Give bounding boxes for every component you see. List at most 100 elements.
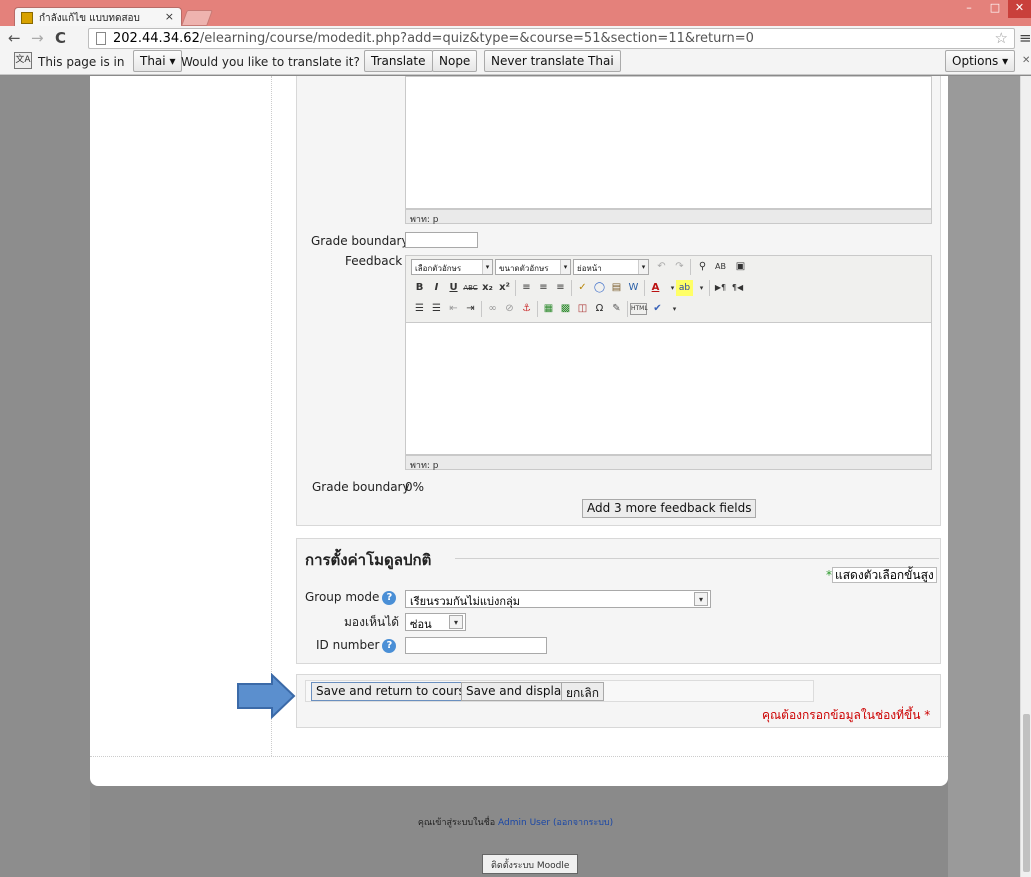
add-feedback-fields-button[interactable]: Add 3 more feedback fields [582,499,757,518]
forward-arrow-icon[interactable]: → [31,29,44,47]
url-text[interactable]: 202.44.34.62/elearning/course/modedit.ph… [113,31,754,46]
background-color-dropdown-icon[interactable]: ▾ [693,280,710,296]
bookmark-star-icon[interactable]: ☆ [995,29,1008,47]
cancel-button[interactable]: ยกเลิก [561,682,605,701]
align-right-icon[interactable]: ≡ [552,280,569,296]
user-profile-link[interactable]: Admin User [498,818,550,828]
font-size-select[interactable]: ขนาดตัวอักษร ▾ [495,259,571,275]
numbered-list-icon[interactable]: ☰ [428,301,445,317]
visible-select[interactable]: ซ่อน ▾ [405,613,466,631]
translate-infobar: 文A This page is in Thai ▾ Would you like… [0,48,1031,75]
required-fields-note: คุณต้องกรอกข้อมูลในช่องที่ขึ้น * [762,708,931,722]
window-close-icon[interactable]: ✕ [1008,0,1031,18]
logout-link[interactable]: (ออกจากระบบ) [553,818,613,828]
legend-divider [455,558,939,559]
media-icon[interactable]: ▩ [557,301,574,317]
bullet-list-icon[interactable]: ☰ [411,301,428,317]
moodle-install-button[interactable]: ติดตั้งระบบ Moodle [482,854,579,874]
feedback-editor-1-body[interactable] [405,76,932,209]
chevron-down-icon: ▾ [694,592,708,606]
cleanup-icon[interactable]: ✓ [574,280,591,296]
translate-close-icon[interactable]: ✕ [1022,55,1030,66]
translate-options-button[interactable]: Options ▾ [945,50,1016,72]
group-mode-select[interactable]: เรียนรวมกันไม่แบ่งกลุ่ม ▾ [405,590,711,608]
tab-close-icon[interactable]: × [165,10,174,23]
grade-boundary-label: Grade boundary [311,234,409,248]
window-maximize-icon[interactable]: □ [982,0,1008,18]
translate-prefix: This page is in [38,55,125,69]
special-char-icon[interactable]: Ω [591,301,608,317]
show-advanced-button[interactable]: * แสดงตัวเลือกขั้นสูง [826,566,937,585]
text-color-icon[interactable]: A [647,280,664,296]
spellcheck-dropdown-icon[interactable]: ▾ [666,301,683,317]
page-icon [96,32,106,45]
translate-button[interactable]: Translate [364,50,433,72]
font-family-select[interactable]: เลือกตัวอักษร ▾ [411,259,493,275]
paste-word-icon[interactable]: W [625,280,642,296]
feedback-editor-2-body[interactable] [405,322,932,455]
back-arrow-icon[interactable]: ← [8,29,21,47]
browser-titlebar: กำลังแก้ไข แบบทดสอบ × – □ ✕ [0,0,1031,27]
final-grade-boundary-value: 0% [405,480,425,494]
grade-boundary-input[interactable] [405,232,478,248]
address-bar[interactable]: 202.44.34.62/elearning/course/modedit.ph… [88,28,1015,49]
id-number-input[interactable] [405,637,547,654]
paragraph-select[interactable]: ย่อหน้า ▾ [573,259,649,275]
language-select[interactable]: Thai ▾ [133,50,183,72]
spellcheck-icon[interactable]: ✔ [649,301,666,317]
bold-icon[interactable]: B [411,280,428,296]
html-source-icon[interactable]: HTML [630,303,648,315]
browser-tab[interactable]: กำลังแก้ไข แบบทดสอบ × [14,7,182,27]
browser-menu-icon[interactable]: ≡ [1019,29,1031,47]
ltr-icon[interactable]: ▶¶ [712,280,729,296]
underline-icon[interactable]: U [445,280,462,296]
paste-text-icon[interactable]: ▤ [608,280,625,296]
reload-icon[interactable]: C [55,29,66,47]
nope-button[interactable]: Nope [432,50,478,72]
superscript-icon[interactable]: x² [496,280,513,296]
image-icon[interactable]: ▦ [540,301,557,317]
page-scrollbar[interactable] [1020,76,1031,877]
id-number-help-icon[interactable]: ? [382,638,397,653]
link-icon[interactable]: ∞ [484,301,501,317]
group-mode-label: Group mode? [305,590,397,605]
column-divider [271,76,272,756]
strikethrough-icon[interactable]: ABC [462,280,479,296]
save-display-button[interactable]: Save and display [461,682,574,701]
final-grade-boundary-label: Grade boundary [312,480,410,494]
scrollbar-thumb[interactable] [1023,714,1030,872]
indent-icon[interactable]: ⇥ [462,301,479,317]
editor-toolbar: เลือกตัวอักษร ▾ ขนาดตัวอักษร ▾ ย่อหน้า ▾ ↶ … [405,255,932,322]
translate-icon: 文A [14,52,32,69]
arrow-pointer-icon [237,673,296,719]
never-translate-button[interactable]: Never translate Thai [484,50,621,72]
redo-icon[interactable]: ↷ [671,259,688,275]
align-center-icon[interactable]: ≡ [535,280,552,296]
find-icon[interactable]: ⚲ [694,259,711,275]
background-color-icon[interactable]: ab [676,280,693,296]
new-tab-button[interactable] [181,10,213,26]
chevron-down-icon: ▾ [449,615,463,629]
align-left-icon[interactable]: ≡ [518,280,535,296]
login-info: คุณเข้าสู่ระบบในชื่อ Admin User (ออกจากร… [417,818,614,828]
anchor-icon[interactable]: ⚓ [518,301,535,317]
id-number-label: ID number? [316,638,397,653]
rtl-icon[interactable]: ¶◀ [729,280,746,296]
unlink-icon[interactable]: ⊘ [501,301,518,317]
outdent-icon[interactable]: ⇤ [445,301,462,317]
replace-icon[interactable]: AB [712,259,729,275]
subscript-icon[interactable]: x₂ [479,280,496,296]
emoticon-icon[interactable]: ✎ [608,301,625,317]
table-icon[interactable]: ◫ [574,301,591,317]
group-mode-help-icon[interactable]: ? [382,590,397,605]
window-minimize-icon[interactable]: – [956,0,982,18]
fullscreen-icon[interactable]: ▣ [732,259,749,275]
save-return-button[interactable]: Save and return to course [311,682,478,701]
italic-icon[interactable]: I [428,280,445,296]
clear-format-icon[interactable]: ◯ [591,280,608,296]
page-background-left [0,76,90,877]
translate-question: Would you like to translate it? [181,55,360,69]
moodle-favicon-icon [21,12,33,24]
module-settings-legend: การตั้งค่าโมดูลปกติ [305,548,436,572]
undo-icon[interactable]: ↶ [653,259,670,275]
